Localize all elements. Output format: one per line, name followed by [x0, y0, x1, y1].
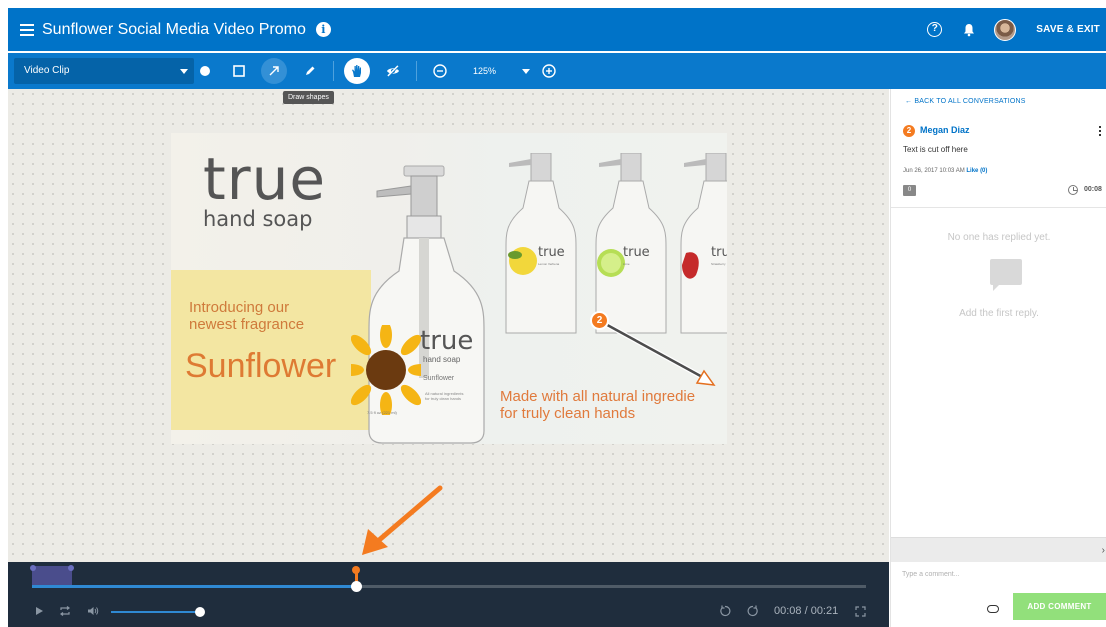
fullscreen-icon[interactable] [853, 604, 867, 618]
more-options-icon[interactable] [1099, 126, 1102, 136]
zoom-level[interactable]: 125% [473, 58, 496, 84]
bottle-name: Sunflower [423, 375, 455, 382]
small-bottle-name-2: Lime [623, 262, 630, 266]
bell-icon[interactable] [962, 23, 976, 37]
divider [891, 207, 1106, 208]
comment-marker-dot[interactable] [352, 566, 360, 574]
video-tagline: Made with all natural ingredie for truly… [500, 388, 695, 422]
comment-text: Text is cut off here [903, 145, 968, 154]
small-bottle-brand-2: true [623, 245, 650, 260]
chevron-down-icon[interactable] [522, 69, 530, 74]
video-timeline: 00:08 / 00:21 [8, 562, 889, 627]
arrow-tool-icon[interactable] [261, 58, 287, 84]
bottle-size: 7.5 fl oz (221 ml) [367, 410, 397, 415]
rewind-icon[interactable] [718, 604, 732, 618]
comment-input[interactable]: Type a comment... [902, 571, 960, 578]
pencil-tool-icon[interactable] [297, 58, 323, 84]
menu-icon[interactable] [20, 23, 34, 36]
video-intro-line2: newest fragrance [189, 316, 305, 333]
small-bottle-brand-3: true [711, 245, 727, 260]
time-display: 00:08 / 00:21 [774, 605, 839, 617]
clock-icon [1068, 185, 1078, 195]
chat-bubble-icon [990, 259, 1022, 291]
toolbar-divider [416, 61, 417, 81]
playhead-handle[interactable] [351, 581, 362, 592]
comment-meta: Jun 26, 2017 10:03 AM Like (0) [903, 168, 987, 174]
no-replies-text: No one has replied yet. [947, 232, 1051, 243]
attachment-icon[interactable] [987, 605, 999, 613]
top-bar: Sunflower Social Media Video Promo i ? S… [8, 8, 1106, 51]
video-tagline-line2: for truly clean hands [500, 405, 636, 422]
bottle-desc-2: for truly clean hands [425, 396, 462, 401]
comment-date: Jun 26, 2017 10:03 AM [903, 168, 965, 174]
comment-badge: 2 [903, 125, 915, 137]
hide-markup-icon[interactable] [380, 58, 406, 84]
collapse-bar[interactable]: › [891, 537, 1106, 562]
media-select[interactable]: Video Clip [14, 58, 194, 84]
small-bottle-brand-1: true [538, 245, 565, 260]
video-frame[interactable]: true hand soap Introducing our newest fr… [171, 133, 727, 444]
video-intro: Introducing our newest fragrance [189, 299, 304, 333]
conversation-panel: ← BACK TO ALL CONVERSATIONS 2 Megan Diaz… [890, 89, 1106, 627]
tooltip: Draw shapes [283, 91, 334, 104]
like-link[interactable]: Like (0) [966, 168, 987, 174]
save-exit-button[interactable]: SAVE & EXIT [1036, 24, 1100, 35]
range-start-handle[interactable] [30, 565, 36, 571]
small-bottle-name-3: Strawberry [711, 262, 726, 266]
volume-handle[interactable] [195, 607, 205, 617]
bottle-brand: true [420, 326, 474, 356]
rectangle-tool-icon[interactable] [226, 58, 252, 84]
forward-icon[interactable] [746, 604, 760, 618]
range-end-handle[interactable] [68, 565, 74, 571]
volume-icon[interactable] [86, 604, 100, 618]
media-select-value: Video Clip [24, 65, 70, 76]
video-brand: true [203, 145, 327, 213]
play-icon[interactable] [32, 604, 46, 618]
comment-timestamp[interactable]: 00:08 [1084, 186, 1102, 193]
progress-fill [32, 585, 355, 588]
small-bottle-name-1: Lemon Verbena [538, 262, 560, 266]
progress-track[interactable] [32, 585, 866, 588]
annotation-badge[interactable]: 2 [590, 311, 609, 330]
pointer-arrow-icon [362, 485, 443, 555]
zoom-out-icon[interactable] [427, 58, 453, 84]
back-to-conversations-link[interactable]: ← BACK TO ALL CONVERSATIONS [905, 98, 1026, 105]
toolbar-divider [333, 61, 334, 81]
reply-count-icon: 0 [903, 185, 916, 196]
video-brand-sub: hand soap [203, 207, 313, 231]
add-comment-button[interactable]: ADD COMMENT [1013, 593, 1106, 620]
comment-author[interactable]: Megan Diaz [920, 125, 970, 135]
volume-slider[interactable] [111, 611, 198, 613]
add-first-reply-text: Add the first reply. [959, 308, 1039, 319]
circle-tool-icon[interactable] [192, 58, 218, 84]
help-icon[interactable]: ? [927, 22, 943, 37]
zoom-in-icon[interactable] [536, 58, 562, 84]
markup-toolbar: Video Clip 125% [8, 53, 1106, 89]
video-product-name: Sunflower [185, 347, 337, 385]
sunflower-icon [351, 325, 421, 415]
loop-icon[interactable] [58, 604, 72, 618]
hand-tool-icon[interactable] [344, 58, 370, 84]
chevron-down-icon [180, 69, 188, 74]
video-tagline-line1: Made with all natural ingredie [500, 388, 696, 405]
video-intro-line1: Introducing our [189, 299, 290, 316]
comment-input-area[interactable]: Type a comment... ADD COMMENT [891, 563, 1106, 627]
project-title: Sunflower Social Media Video Promo [42, 20, 306, 38]
comment-range-marker[interactable] [32, 566, 72, 586]
info-icon[interactable]: i [315, 22, 331, 37]
chevron-right-icon[interactable]: › [1102, 545, 1105, 556]
bottle-sub: hand soap [423, 355, 461, 364]
avatar[interactable] [994, 18, 1017, 41]
